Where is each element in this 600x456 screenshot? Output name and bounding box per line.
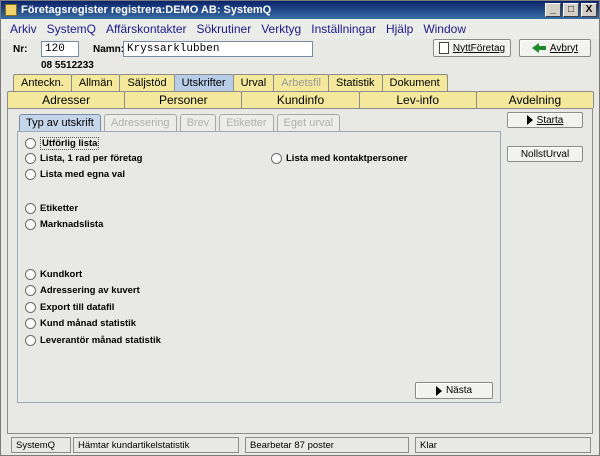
status-task: Hämtar kundartikelstatistik	[73, 437, 239, 453]
menu-verktyg[interactable]: Verktyg	[256, 22, 306, 36]
radio-marknadslista[interactable]: Marknadslista	[25, 219, 103, 230]
status-bar: SystemQ Hämtar kundartikelstatistik Bear…	[1, 435, 599, 455]
menu-bar: Arkiv SystemQ Affärskontakter Sökrutiner…	[1, 19, 599, 39]
company-header: Nr: 120 Namn: Kryssarklubben 08 5512233 …	[1, 39, 599, 73]
tab-saljstod[interactable]: Säljstöd	[119, 74, 175, 91]
tab-allman[interactable]: Allmän	[70, 74, 121, 91]
status-app: SystemQ	[11, 437, 71, 453]
next-button[interactable]: Nästa	[415, 382, 493, 399]
play-icon	[435, 385, 442, 396]
radio-lista-1-rad[interactable]: Lista, 1 rad per företag	[25, 153, 142, 164]
window-title: Företagsregister registrera:DEMO AB: Sys…	[21, 4, 272, 16]
radio-circle	[25, 335, 36, 346]
menu-installningar[interactable]: Inställningar	[306, 22, 381, 36]
minimize-button[interactable]: _	[545, 3, 561, 17]
radio-circle	[25, 203, 36, 214]
status-state: Klar	[415, 437, 591, 453]
radio-export-datafil[interactable]: Export till datafil	[25, 302, 114, 313]
nr-label: Nr:	[13, 44, 28, 55]
radio-circle	[25, 219, 36, 230]
radio-kundkort[interactable]: Kundkort	[25, 269, 82, 280]
tab-row-top: Anteckn. Allmän Säljstöd Utskrifter Urva…	[13, 74, 448, 91]
radio-lista-kontaktpersoner[interactable]: Lista med kontaktpersoner	[271, 153, 407, 164]
namn-label: Namn:	[93, 44, 125, 55]
play-icon	[526, 115, 533, 125]
tab-urval[interactable]: Urval	[232, 74, 275, 91]
start-button[interactable]: Starta	[507, 112, 583, 128]
title-bar: Företagsregister registrera:DEMO AB: Sys…	[1, 1, 599, 19]
app-icon	[5, 4, 17, 16]
menu-systemq[interactable]: SystemQ	[42, 22, 101, 36]
new-company-button[interactable]: NyttFöretag	[433, 39, 511, 57]
arrow-left-icon	[531, 43, 546, 53]
radio-kund-manad-statistik[interactable]: Kund månad statistik	[25, 318, 136, 329]
tab-eget-urval: Eget urval	[276, 114, 341, 131]
radio-circle	[25, 318, 36, 329]
radio-circle	[25, 302, 36, 313]
print-type-tabs: Typ av utskrift Adressering Brev Etikett…	[19, 114, 343, 131]
tab-avdelning[interactable]: Avdelning	[475, 91, 595, 108]
nr-field[interactable]: 120	[41, 41, 79, 57]
tab-adresser[interactable]: Adresser	[7, 91, 126, 108]
tab-anteckn[interactable]: Anteckn.	[13, 74, 72, 91]
tab-arbetsfil: Arbetsfil	[273, 74, 329, 91]
tab-typ-av-utskrift[interactable]: Typ av utskrift	[19, 114, 101, 131]
radio-circle	[25, 269, 36, 280]
radio-lista-egna-val[interactable]: Lista med egna val	[25, 169, 125, 180]
radio-circle	[271, 153, 282, 164]
menu-sokrutiner[interactable]: Sökrutiner	[192, 22, 257, 36]
tab-etiketter: Etiketter	[219, 114, 274, 131]
window-controls: _ □ X	[545, 3, 597, 17]
tab-kundinfo[interactable]: Kundinfo	[241, 91, 360, 108]
status-progress: Bearbetar 87 poster	[245, 437, 409, 453]
radio-leverantor-manad-statistik[interactable]: Leverantör månad statistik	[25, 335, 161, 346]
radio-utforlig-lista[interactable]: Utförlig lista	[25, 137, 100, 150]
document-icon	[438, 42, 449, 54]
tab-personer[interactable]: Personer	[124, 91, 243, 108]
cancel-button[interactable]: Avbryt	[519, 39, 591, 57]
phone-number: 08 5512233	[41, 60, 94, 71]
tab-lev-info[interactable]: Lev-info	[358, 91, 477, 108]
radio-circle	[25, 169, 36, 180]
menu-arkiv[interactable]: Arkiv	[5, 22, 42, 36]
radio-etiketter[interactable]: Etiketter	[25, 203, 78, 214]
tab-utskrifter[interactable]: Utskrifter	[173, 74, 234, 91]
radio-adressering-kuvert[interactable]: Adressering av kuvert	[25, 285, 140, 296]
radio-circle	[25, 138, 36, 149]
menu-affarskontakter[interactable]: Affärskontakter	[101, 22, 191, 36]
radio-circle	[25, 285, 36, 296]
app-window: Företagsregister registrera:DEMO AB: Sys…	[0, 0, 600, 456]
radio-circle	[25, 153, 36, 164]
menu-window[interactable]: Window	[418, 22, 471, 36]
tab-brev: Brev	[179, 114, 217, 131]
menu-hjalp[interactable]: Hjälp	[381, 22, 418, 36]
tab-statistik[interactable]: Statistik	[328, 74, 383, 91]
tab-adressering: Adressering	[103, 114, 177, 131]
tab-dokument[interactable]: Dokument	[381, 74, 448, 91]
namn-field[interactable]: Kryssarklubben	[123, 41, 313, 57]
tab-row-bottom: Adresser Personer Kundinfo Lev-info Avde…	[7, 91, 595, 108]
reset-selection-button[interactable]: NollstUrval	[507, 146, 583, 162]
maximize-button[interactable]: □	[563, 3, 579, 17]
close-button[interactable]: X	[581, 3, 597, 17]
